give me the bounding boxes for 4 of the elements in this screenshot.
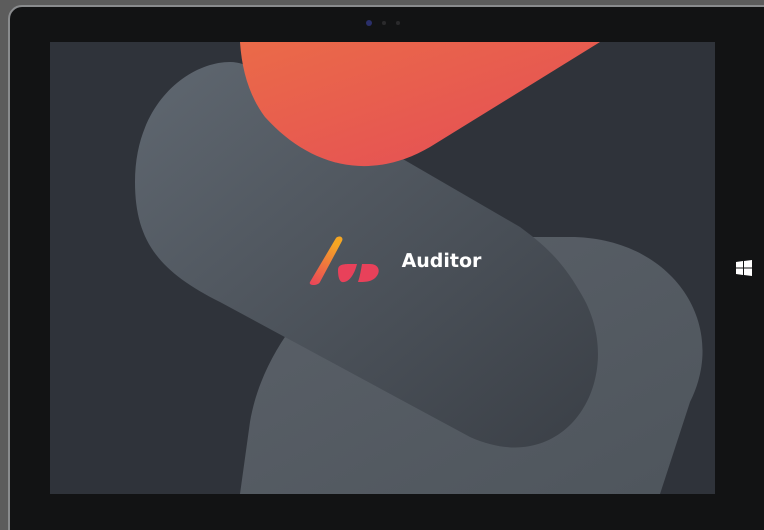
- camera-icon: [366, 20, 372, 26]
- logo-icon: [308, 236, 380, 286]
- app-name: Auditor: [402, 250, 482, 272]
- windows-logo-icon[interactable]: [736, 260, 752, 276]
